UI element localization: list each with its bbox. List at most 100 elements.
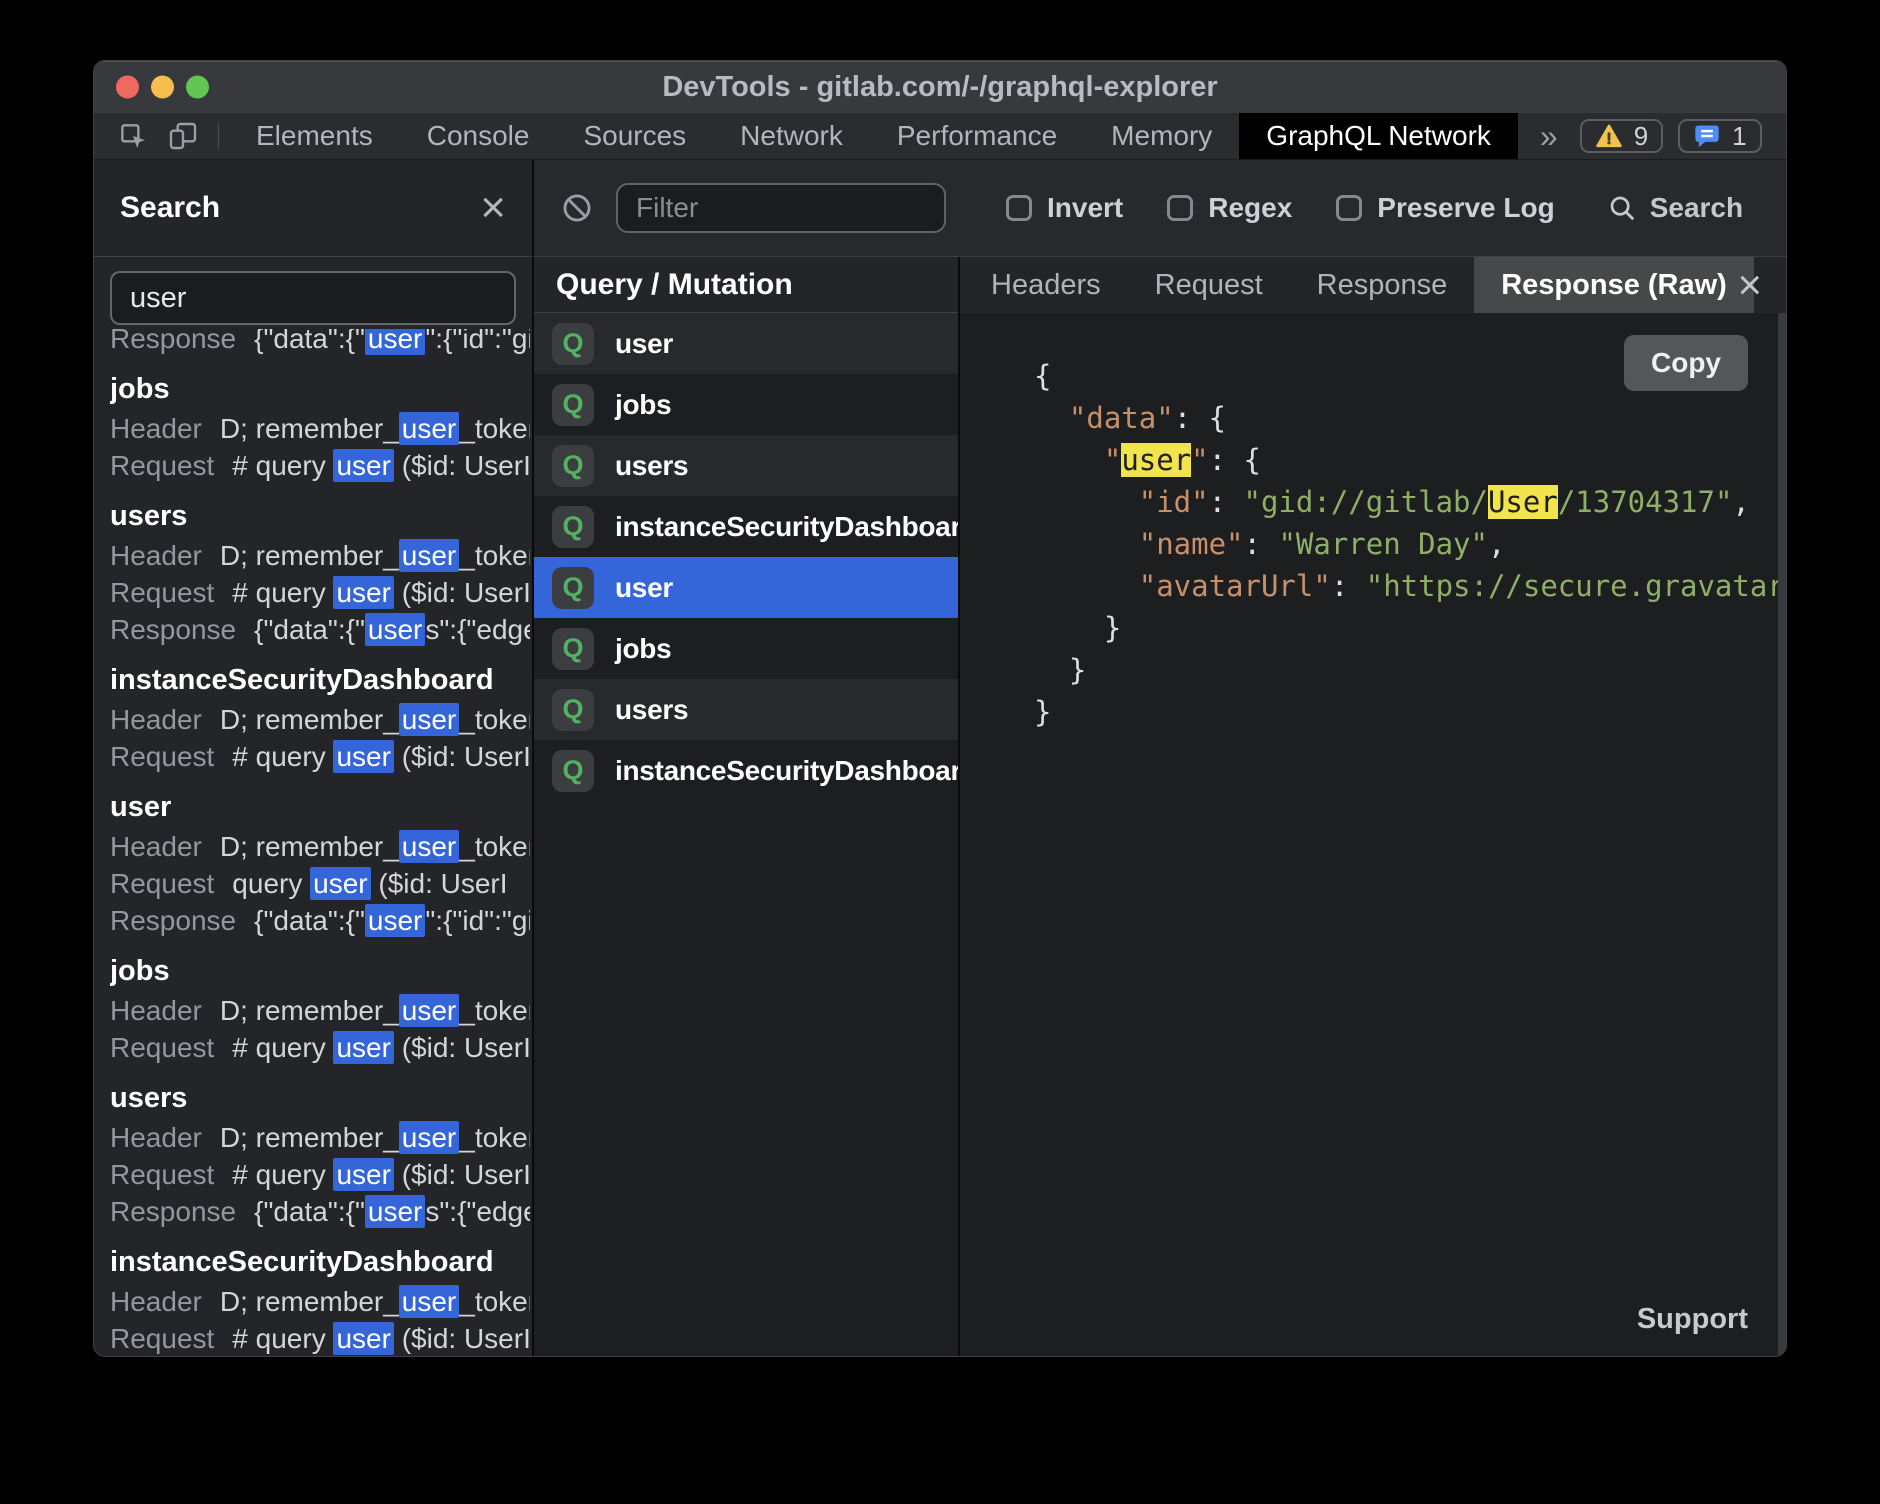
issues-badge[interactable]: 1 [1678, 119, 1761, 153]
search-result-line[interactable]: Request# query user ($id: UserI [110, 447, 530, 484]
search-result-line[interactable]: HeaderD; remember_user_token=e [110, 701, 530, 738]
query-item-user[interactable]: Quser [534, 313, 958, 374]
zoom-window-button[interactable] [186, 76, 209, 99]
search-result-section: instanceSecurityDashboardHeaderD; rememb… [110, 660, 530, 775]
filter-input[interactable] [616, 183, 946, 233]
json-code: { "data": { "user": { "id": "gid://gitla… [1034, 355, 1786, 733]
query-list: QuserQjobsQusersQinstanceSecurityDashboa… [534, 313, 958, 1356]
traffic-lights [116, 76, 209, 99]
query-item-jobs[interactable]: Qjobs [534, 618, 958, 679]
search-box-wrap [94, 257, 532, 329]
toolbar-tab-memory[interactable]: Memory [1084, 113, 1239, 159]
checkbox-regex[interactable]: Regex [1167, 192, 1292, 224]
search-result-line[interactable]: Request# query user ($id: UserI [110, 738, 530, 775]
minimize-window-button[interactable] [151, 76, 174, 99]
devtools-toolbar: ElementsConsoleSourcesNetworkPerformance… [94, 113, 1786, 160]
filter-bar: Invert Regex Preserve Log Search [534, 160, 1786, 257]
search-panel: Search × Response{"data":{"user":{"id":"… [94, 160, 534, 1356]
json-line: } [1034, 649, 1786, 691]
copy-button[interactable]: Copy [1624, 335, 1748, 391]
query-item-user[interactable]: Quser [534, 557, 958, 618]
search-close-icon[interactable]: × [480, 186, 506, 230]
search-result-section: jobsHeaderD; remember_user_token=eReques… [110, 951, 530, 1066]
title-bar: DevTools - gitlab.com/-/graphql-explorer [94, 61, 1786, 113]
detail-close-icon[interactable]: × [1737, 264, 1762, 306]
close-window-button[interactable] [116, 76, 139, 99]
search-result-line[interactable]: HeaderD; remember_user_token=e [110, 1119, 530, 1156]
device-toolbar-icon[interactable] [158, 113, 208, 159]
network-area: Invert Regex Preserve Log Search Query / M… [534, 160, 1786, 1356]
query-type-icon: Q [552, 384, 594, 426]
toolbar-tab-console[interactable]: Console [400, 113, 557, 159]
checkbox-invert[interactable]: Invert [1006, 192, 1123, 224]
search-result-line[interactable]: Request# query user ($id: UserI [110, 1320, 530, 1356]
message-bubble-icon [1693, 122, 1721, 150]
search-result-line[interactable]: HeaderD; remember_user_token=e [110, 1283, 530, 1320]
search-result-heading: instanceSecurityDashboard [110, 660, 530, 701]
search-result-line[interactable]: HeaderD; remember_user_token=e [110, 992, 530, 1029]
toolbar-tab-graphql-network[interactable]: GraphQL Network [1239, 113, 1518, 159]
toolbar-tab-performance[interactable]: Performance [870, 113, 1084, 159]
toolbar-right: 9 1 [1580, 119, 1787, 153]
checkbox-box [1006, 195, 1032, 221]
search-result-heading: users [110, 1078, 530, 1119]
toolbar-tab-elements[interactable]: Elements [229, 113, 400, 159]
search-result-line[interactable]: HeaderD; remember_user_token=e [110, 828, 530, 865]
search-input[interactable] [110, 271, 516, 325]
toolbar-tab-network[interactable]: Network [713, 113, 870, 159]
search-result-section: jobsHeaderD; remember_user_token=eReques… [110, 369, 530, 484]
detail-tab-response-raw[interactable]: Response (Raw) [1474, 257, 1754, 313]
checkbox-box [1336, 195, 1362, 221]
query-item-instancesecuritydashboard[interactable]: QinstanceSecurityDashboard [534, 496, 958, 557]
query-item-instancesecuritydashboard[interactable]: QinstanceSecurityDashboard [534, 740, 958, 801]
panels: Query / Mutation QuserQjobsQusersQinstan… [534, 257, 1786, 1356]
filter-search-button[interactable]: Search [1607, 192, 1743, 224]
query-panel-header: Query / Mutation [534, 257, 958, 313]
more-tabs-button[interactable]: » [1518, 118, 1580, 155]
query-item-jobs[interactable]: Qjobs [534, 374, 958, 435]
query-type-icon: Q [552, 323, 594, 365]
detail-tab-response[interactable]: Response [1290, 257, 1475, 313]
response-raw-view: Copy { "data": { "user": { "id": "gid://… [960, 313, 1786, 1356]
warning-triangle-icon [1595, 122, 1623, 150]
search-result-line[interactable]: Response{"data":{"users":{"edges [110, 611, 530, 648]
search-result-line[interactable]: HeaderD; remember_user_token=e [110, 537, 530, 574]
search-result-heading: user [110, 787, 530, 828]
query-panel: Query / Mutation QuserQjobsQusersQinstan… [534, 257, 958, 1356]
query-item-users[interactable]: Qusers [534, 679, 958, 740]
inspect-element-icon[interactable] [108, 113, 158, 159]
warnings-badge[interactable]: 9 [1580, 119, 1663, 153]
search-panel-header: Search × [94, 160, 532, 257]
search-result-line[interactable]: Response{"data":{"users":{"edges [110, 1193, 530, 1230]
search-result-line[interactable]: Request# query user ($id: UserI [110, 1156, 530, 1193]
clear-log-icon[interactable] [560, 160, 594, 256]
search-result-section: usersHeaderD; remember_user_token=eReque… [110, 1078, 530, 1230]
search-result-line[interactable]: Response{"data":{"user":{"id":"gi [110, 329, 530, 357]
json-line: "id": "gid://gitlab/User/13704317", [1034, 481, 1786, 523]
detail-tab-request[interactable]: Request [1128, 257, 1290, 313]
devtools-window: DevTools - gitlab.com/-/graphql-explorer… [93, 60, 1787, 1357]
search-results: Response{"data":{"user":{"id":"gijobsHea… [94, 329, 532, 1356]
search-result-line[interactable]: Response{"data":{"user":{"id":"gid [110, 902, 530, 939]
search-result-line[interactable]: Request# query user ($id: UserI [110, 574, 530, 611]
support-link[interactable]: Support [1637, 1303, 1748, 1336]
query-type-icon: Q [552, 628, 594, 670]
search-result-heading: jobs [110, 951, 530, 992]
filter-search-label: Search [1650, 192, 1743, 224]
search-result-section: usersHeaderD; remember_user_token=eReque… [110, 496, 530, 648]
response-detail-panel: HeadersRequestResponseResponse (Raw)× Co… [958, 257, 1786, 1356]
response-scrollbar[interactable] [1778, 313, 1786, 1356]
query-item-users[interactable]: Qusers [534, 435, 958, 496]
search-result-line[interactable]: HeaderD; remember_user_token=e [110, 410, 530, 447]
query-type-icon: Q [552, 506, 594, 548]
issues-count: 1 [1732, 121, 1746, 152]
query-type-icon: Q [552, 689, 594, 731]
checkbox-preserve-log[interactable]: Preserve Log [1336, 192, 1554, 224]
query-type-icon: Q [552, 445, 594, 487]
search-result-line[interactable]: Request# query user ($id: UserI [110, 1029, 530, 1066]
toolbar-tab-sources[interactable]: Sources [556, 113, 713, 159]
search-result-line[interactable]: Requestquery user ($id: UserI [110, 865, 530, 902]
search-result-heading: jobs [110, 369, 530, 410]
search-result-heading: users [110, 496, 530, 537]
detail-tab-headers[interactable]: Headers [964, 257, 1128, 313]
